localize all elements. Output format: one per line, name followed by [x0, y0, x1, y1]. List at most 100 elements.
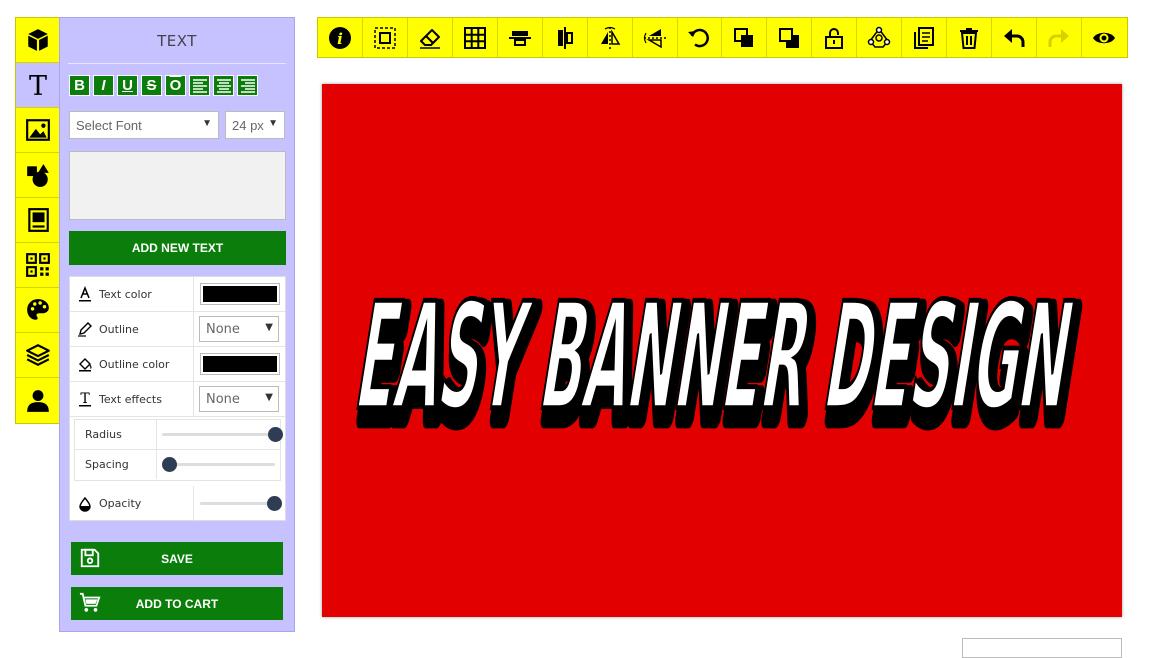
- spacing-slider[interactable]: [162, 457, 275, 472]
- underline-button[interactable]: U: [117, 75, 138, 96]
- redo-button[interactable]: [1037, 18, 1082, 57]
- grid-icon: [463, 26, 486, 49]
- font-select-value: Select Font: [76, 117, 142, 133]
- clipart-icon: [27, 208, 49, 232]
- chevron-down-icon: ▼: [265, 322, 273, 333]
- eraser-button[interactable]: [408, 18, 453, 57]
- product-icon: [27, 29, 48, 51]
- radius-slider[interactable]: [162, 427, 283, 442]
- sidebar-item-product[interactable]: [16, 18, 59, 63]
- text-effects-select[interactable]: None ▼: [199, 386, 279, 412]
- text-properties: Text color Outline None ▼ Outline color …: [69, 276, 286, 521]
- select-icon: [374, 26, 396, 49]
- sidebar-item-shapes[interactable]: [16, 153, 59, 198]
- flip-horizontal-button[interactable]: [588, 18, 633, 57]
- sidebar-item-user[interactable]: [16, 378, 59, 423]
- pen-icon: [78, 322, 92, 337]
- redo-icon: [1048, 28, 1069, 47]
- user-icon: [26, 389, 49, 412]
- bring-forward-button[interactable]: [722, 18, 768, 57]
- outline-color-row: Outline color: [70, 347, 285, 382]
- text-effects-row: T Text effects None ▼: [70, 382, 285, 417]
- group-icon: [867, 26, 891, 48]
- radius-label: Radius: [75, 420, 157, 449]
- align-center-button[interactable]: [213, 75, 234, 96]
- strikethrough-button[interactable]: S: [141, 75, 162, 96]
- font-size-value: 24 px: [232, 117, 264, 133]
- outline-row: Outline None ▼: [70, 312, 285, 347]
- sidebar-item-clipart[interactable]: [16, 198, 59, 243]
- font-select[interactable]: Select Font ▼: [69, 111, 219, 139]
- opacity-row: Opacity: [70, 486, 285, 521]
- cart-icon: [79, 592, 101, 612]
- outline-label: Outline: [99, 322, 139, 336]
- opacity-label: Opacity: [99, 497, 142, 510]
- preview-button[interactable]: [1082, 18, 1127, 57]
- opacity-slider-thumb[interactable]: [267, 496, 282, 511]
- align-center-vertical-icon: [508, 30, 531, 46]
- svg-text:i: i: [337, 30, 343, 48]
- add-new-text-button[interactable]: ADD NEW TEXT: [69, 231, 286, 265]
- info-button[interactable]: i: [318, 18, 363, 57]
- bold-button[interactable]: B: [69, 75, 90, 96]
- send-backward-button[interactable]: [767, 18, 813, 57]
- spacing-slider-thumb[interactable]: [162, 457, 177, 472]
- sidebar-item-layers[interactable]: [16, 333, 59, 378]
- text-input[interactable]: [69, 151, 286, 220]
- undo-button[interactable]: [992, 18, 1037, 57]
- align-left-button[interactable]: [189, 75, 210, 96]
- delete-icon: [960, 27, 979, 49]
- send-backward-icon: [779, 27, 800, 48]
- zoom-control[interactable]: [962, 638, 1122, 658]
- delete-button[interactable]: [947, 18, 993, 57]
- save-icon: [80, 548, 100, 568]
- radius-slider-thumb[interactable]: [268, 427, 283, 442]
- font-size-select[interactable]: 24 px ▼: [225, 111, 285, 139]
- sidebar-item-text[interactable]: T: [16, 63, 59, 108]
- panel-title: TEXT: [68, 18, 286, 64]
- chevron-down-icon: ▼: [202, 118, 212, 129]
- undo-icon: [1004, 28, 1025, 47]
- rotate-button[interactable]: [678, 18, 723, 57]
- text-color-label: Text color: [99, 287, 152, 301]
- outline-color-swatch[interactable]: [200, 353, 280, 375]
- opacity-icon: [79, 496, 91, 512]
- outline-select[interactable]: None ▼: [199, 316, 279, 342]
- layers-icon: [25, 344, 50, 366]
- duplicate-button[interactable]: [902, 18, 948, 57]
- save-label: SAVE: [161, 551, 193, 566]
- sidebar-item-palette[interactable]: [16, 288, 59, 333]
- text-color-swatch[interactable]: [200, 283, 280, 305]
- fill-bucket-icon: [79, 358, 92, 372]
- add-to-cart-button[interactable]: ADD TO CART: [71, 587, 283, 620]
- flip-vertical-button[interactable]: [633, 18, 678, 57]
- flip-horizontal-icon: [600, 26, 620, 49]
- grid-button[interactable]: [453, 18, 498, 57]
- text-color-row: Text color: [70, 277, 285, 312]
- text-panel: TEXT B I U S O Select Font ▼ 24 px ▼ ADD…: [59, 17, 295, 632]
- lock-button[interactable]: [812, 18, 858, 57]
- chevron-down-icon: ▼: [265, 392, 273, 403]
- save-button[interactable]: SAVE: [71, 542, 283, 575]
- preview-icon: [1093, 32, 1116, 43]
- design-canvas[interactable]: EASY BANNER DESIGN EASY BANNER DESIGN: [322, 84, 1122, 617]
- align-center-icon: [216, 78, 231, 93]
- text-effects-label: Text effects: [99, 392, 162, 406]
- banner-text-object[interactable]: EASY BANNER DESIGN EASY BANNER DESIGN: [322, 84, 1122, 617]
- center-horizontal-button[interactable]: [543, 18, 588, 57]
- select-all-button[interactable]: [363, 18, 408, 57]
- outline-value: None: [206, 321, 240, 337]
- curve-settings: Radius Spacing: [74, 419, 283, 481]
- outline-color-label: Outline color: [99, 357, 170, 371]
- opacity-slider[interactable]: [200, 496, 282, 511]
- bring-forward-icon: [734, 27, 754, 47]
- italic-button[interactable]: I: [93, 75, 114, 96]
- shapes-icon: [26, 164, 49, 187]
- align-right-button[interactable]: [237, 75, 258, 96]
- sidebar-item-image[interactable]: [16, 108, 59, 153]
- spacing-label: Spacing: [75, 450, 157, 479]
- group-button[interactable]: [857, 18, 903, 57]
- overline-button[interactable]: O: [165, 75, 186, 96]
- center-vertical-button[interactable]: [498, 18, 543, 57]
- sidebar-item-qr-code[interactable]: [16, 243, 59, 288]
